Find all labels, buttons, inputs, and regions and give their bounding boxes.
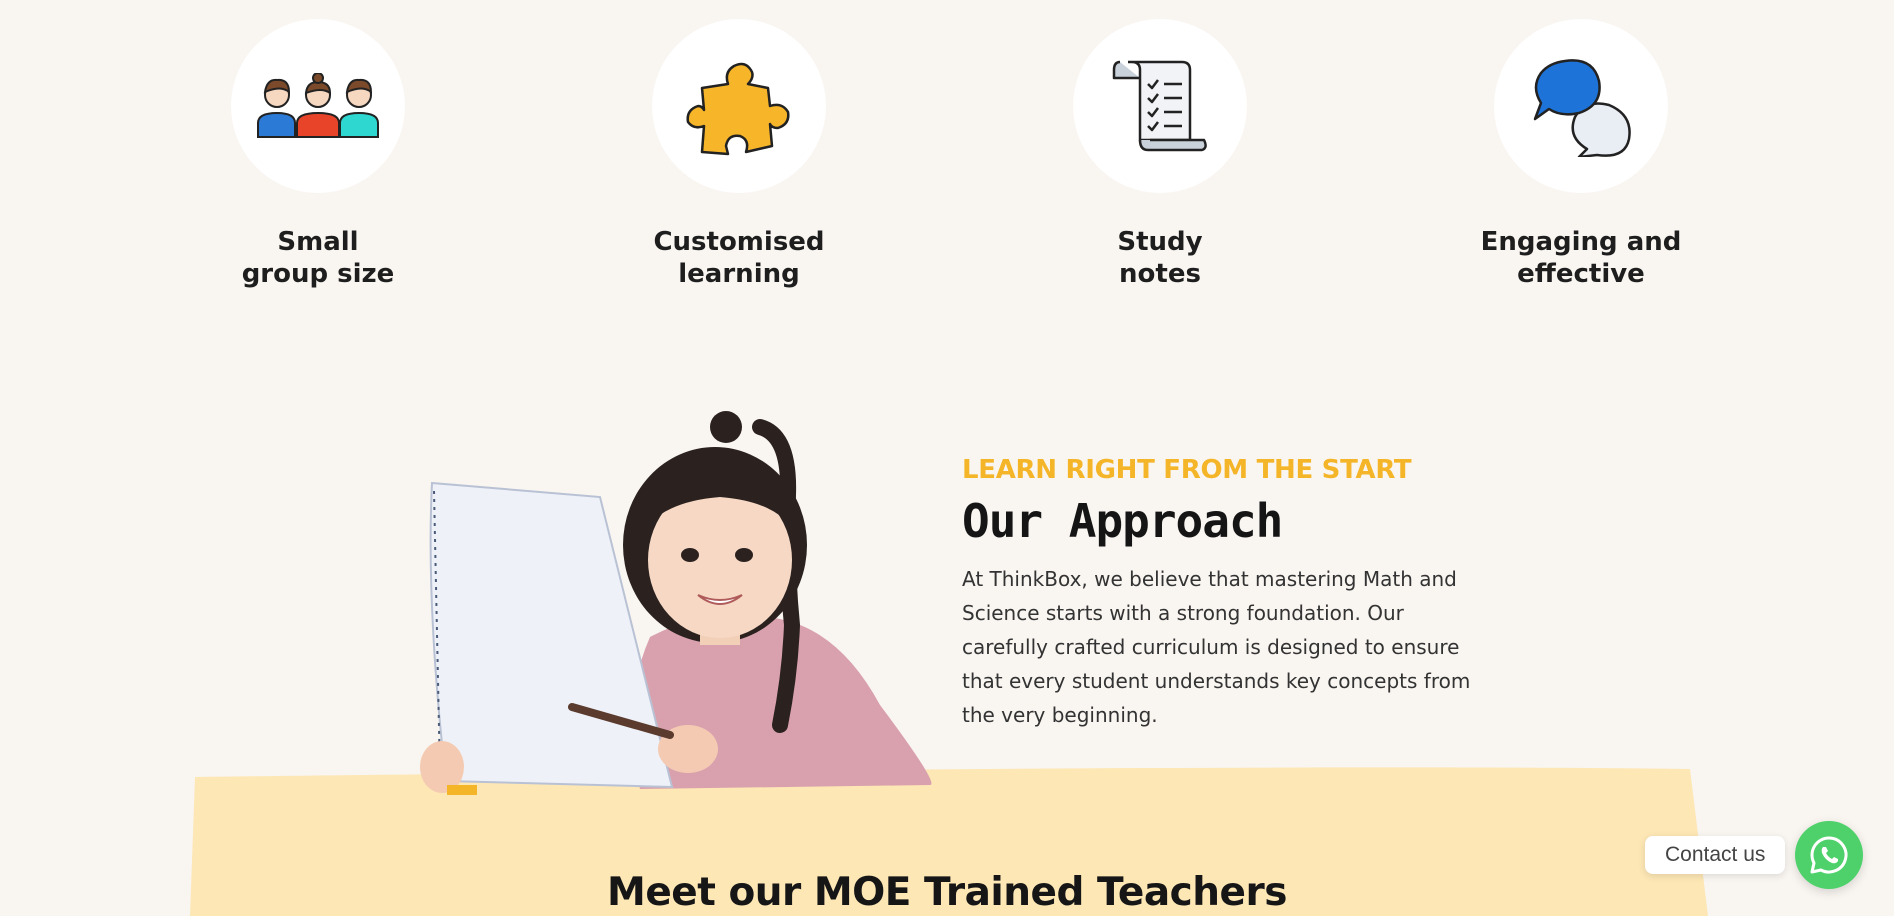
puzzle-piece-icon [686,62,790,156]
feature-engaging: Engaging and effective [1431,19,1731,290]
feature-title: Engaging and effective [1480,227,1682,289]
teachers-section-title: Meet our MOE Trained Teachers [607,870,1287,915]
whatsapp-chat-button[interactable] [1795,821,1863,889]
approach-title: Our Approach [962,494,1283,548]
approach-description: At ThinkBox, we believe that mastering M… [962,567,1471,727]
feature-small-group: Small group size [168,19,468,290]
feature-title: Customised learning [653,227,825,289]
chat-bubbles-icon [1533,59,1631,157]
scroll-checklist-icon [1112,60,1207,152]
feature-title: Small group size [241,227,395,289]
feature-customised-learning: Customised learning [589,19,889,290]
feature-icon-circle [1073,19,1247,193]
feature-icon-circle [231,19,405,193]
feature-icon-circle [652,19,826,193]
feature-title: Study notes [1117,227,1203,289]
whatsapp-icon [1810,836,1848,874]
feature-study-notes: Study notes [1010,19,1310,290]
contact-us-text: Contact us [1665,843,1766,866]
group-people-icon [257,73,379,138]
approach-eyebrow: LEARN RIGHT FROM THE START [962,455,1412,485]
contact-us-label[interactable]: Contact us [1645,836,1786,874]
feature-icon-circle [1494,19,1668,193]
child-with-notebook-illustration [420,411,932,795]
